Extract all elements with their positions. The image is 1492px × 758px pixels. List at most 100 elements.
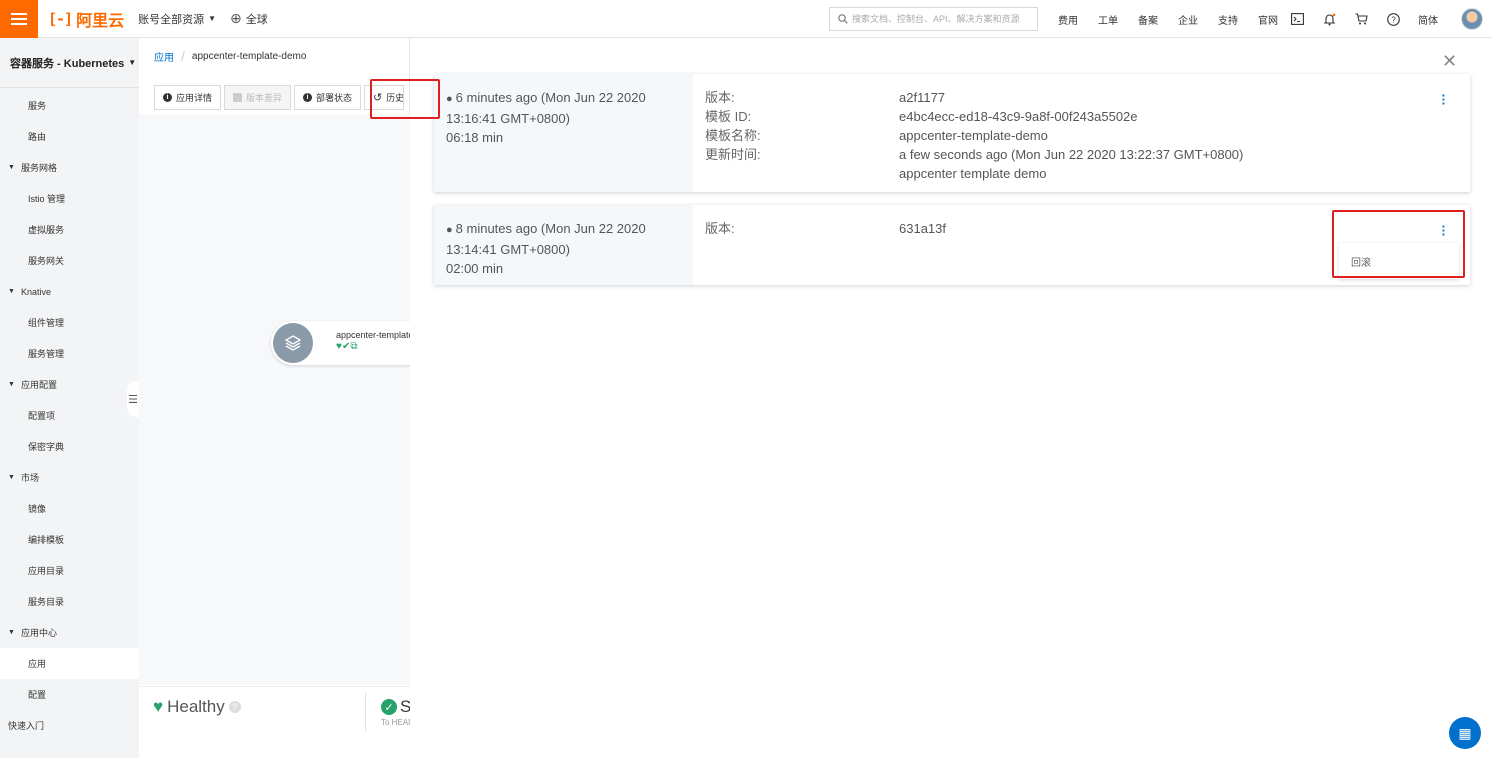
sidebar-group[interactable]: ▼ Knative xyxy=(0,276,139,307)
history-button[interactable]: ↺ 历史 xyxy=(364,85,405,110)
help-icon[interactable]: ? xyxy=(228,701,241,713)
account-scope-label: 账号全部资源 xyxy=(138,13,205,26)
sidebar-group[interactable]: ▼ 市场 xyxy=(0,462,139,493)
rollback-menu-item[interactable]: 回滚 xyxy=(1339,243,1459,279)
sidebar-menu: 服务路由 ▼ 服务网格 Istio 管理 虚拟服务服务网关 ▼ Knative 组件管理服务管… xyxy=(0,90,139,741)
sidebar-item-label: 应用目录 xyxy=(28,566,65,576)
terminal-icon[interactable] xyxy=(1290,12,1304,26)
caret-down-icon: ▼ xyxy=(8,288,15,295)
detail-key: 模板名称: xyxy=(705,128,761,143)
sidebar-item-label: 配置项 xyxy=(28,411,56,421)
sidebar-item[interactable]: 路由 xyxy=(0,121,139,152)
sidebar-group[interactable]: ▼ 服务网格 xyxy=(0,152,139,183)
menu-item-billing[interactable]: 费用 xyxy=(1058,12,1078,27)
breadcrumb-root-link[interactable]: 应用 xyxy=(154,49,174,64)
history-card: ● 6 minutes ago (Mon Jun 22 2020 13:16:41… xyxy=(434,74,1470,192)
divider xyxy=(365,692,366,732)
sidebar-item-label: 配置 xyxy=(28,690,47,700)
cart-icon[interactable] xyxy=(1354,12,1368,26)
menu-item-support[interactable]: 支持 xyxy=(1218,12,1238,27)
brand-logo[interactable]: [-] 阿里云 xyxy=(48,7,124,31)
user-avatar[interactable] xyxy=(1461,8,1483,30)
menu-toggle-button[interactable] xyxy=(0,0,38,38)
detail-key: 更新时间: xyxy=(705,147,761,162)
caret-down-icon: ▼ xyxy=(8,164,15,171)
app-node[interactable]: appcenter-template-demo ♥✔⧉ xyxy=(271,321,439,365)
info-icon: i xyxy=(163,93,172,102)
sidebar-item[interactable]: Istio 管理 xyxy=(0,183,139,214)
sidebar-item[interactable]: 组件管理 xyxy=(0,307,139,338)
detail-key xyxy=(705,164,899,183)
sidebar-group[interactable]: 快速入门 xyxy=(0,710,139,741)
sidebar-item[interactable]: 应用 xyxy=(0,648,139,679)
account-scope-selector[interactable]: 账号全部资源 ▼ xyxy=(138,11,216,27)
history-time-cont: 13:14:41 GMT+0800) xyxy=(446,242,570,257)
sidebar-item[interactable]: 服务 xyxy=(0,90,139,121)
breadcrumb-current: appcenter-template-demo xyxy=(191,50,307,62)
version-diff-button[interactable]: 版本差异 xyxy=(224,85,292,110)
sidebar-item[interactable]: 服务管理 xyxy=(0,338,139,369)
sidebar-item-label: Istio 管理 xyxy=(28,194,66,204)
detail-value: appcenter-template-demo xyxy=(899,128,1048,143)
region-selector[interactable]: ⊕ 全球 xyxy=(230,10,268,27)
history-card: ● 8 minutes ago (Mon Jun 22 2020 13:14:41… xyxy=(434,205,1470,285)
more-actions-icon[interactable]: · · · xyxy=(1442,89,1446,110)
detail-row: 更新时间: a few seconds ago (Mon Jun 22 2020 … xyxy=(705,145,1243,164)
menu-item-enterprise[interactable]: 企业 xyxy=(1178,12,1198,27)
history-icon: ↺ xyxy=(373,92,383,104)
health-label: Healthy xyxy=(167,697,225,716)
sidebar-product-title[interactable]: 容器服务 - Kubernetes ▼ xyxy=(0,38,139,88)
sidebar-item-label: 服务 xyxy=(28,101,47,111)
history-panel: ✕ ● 6 minutes ago (Mon Jun 22 2020 13:16:… xyxy=(410,38,1492,758)
history-duration: 02:00 min xyxy=(446,261,504,276)
history-card-time: ● 6 minutes ago (Mon Jun 22 2020 13:16:41… xyxy=(434,74,693,192)
detail-row: 模板 ID: e4bc4ecc-ed18-43c9-9a8f-00f243a550… xyxy=(705,107,1243,126)
detail-value: a few seconds ago (Mon Jun 22 2020 13:22… xyxy=(899,147,1244,162)
deploy-status-label: 部署状态 xyxy=(316,93,353,103)
menu-item-icp[interactable]: 备案 xyxy=(1138,12,1158,27)
brand-name: 阿里云 xyxy=(76,12,125,30)
sidebar-group[interactable]: ▼ 应用中心 xyxy=(0,617,139,648)
sidebar-item[interactable]: 配置 xyxy=(0,679,139,710)
help-icon[interactable]: ? xyxy=(1386,12,1400,26)
sidebar-item-label: 服务网格 xyxy=(20,163,57,173)
sidebar-item[interactable]: 配置项 xyxy=(0,400,139,431)
detail-key: 版本: xyxy=(705,221,735,236)
menu-item-ticket[interactable]: 工单 xyxy=(1098,12,1118,27)
detail-row: 模板名称: appcenter-template-demo xyxy=(705,126,1243,145)
sidebar: 容器服务 - Kubernetes ▼ 服务路由 ▼ 服务网格 Istio 管理 虚拟服… xyxy=(0,38,139,758)
sync-sub-label: To HEAD xyxy=(381,718,410,727)
svg-text:?: ? xyxy=(1391,15,1396,24)
close-icon[interactable]: ✕ xyxy=(1442,51,1457,72)
sidebar-item-label: 保密字典 xyxy=(28,442,65,452)
search-icon xyxy=(838,14,848,24)
sidebar-collapse-handle[interactable]: ☰ xyxy=(127,381,139,417)
global-search[interactable] xyxy=(829,7,1038,31)
breadcrumb-separator: / xyxy=(181,48,185,64)
sidebar-item[interactable]: 服务网关 xyxy=(0,245,139,276)
external-link-icon[interactable]: ⧉ xyxy=(350,341,357,352)
sidebar-item[interactable]: 虚拟服务 xyxy=(0,214,139,245)
menu-item-website[interactable]: 官网 xyxy=(1258,12,1278,27)
top-menu: 费用 工单 备案 企业 支持 官网 xyxy=(1058,0,1298,38)
deploy-status-button[interactable]: i 部署状态 xyxy=(294,85,362,110)
sidebar-item[interactable]: 服务目录 xyxy=(0,586,139,617)
sidebar-item[interactable]: 应用目录 xyxy=(0,555,139,586)
sidebar-item-label: 组件管理 xyxy=(28,318,65,328)
app-details-button[interactable]: i 应用详情 xyxy=(154,85,222,110)
detail-row: appcenter template demo xyxy=(705,164,1243,183)
sidebar-item[interactable]: 编排模板 xyxy=(0,524,139,555)
more-actions-icon[interactable]: · · · xyxy=(1442,220,1446,241)
sidebar-item[interactable]: 保密字典 xyxy=(0,431,139,462)
grid-menu-button[interactable]: ▦ xyxy=(1449,717,1481,749)
search-input[interactable] xyxy=(852,14,1032,24)
sidebar-item-label: 虚拟服务 xyxy=(28,225,65,235)
language-switch[interactable]: 简体 xyxy=(1418,12,1438,27)
clock-icon: ● xyxy=(446,93,453,105)
bell-icon[interactable] xyxy=(1322,12,1336,26)
layers-icon xyxy=(273,323,313,363)
app-details-label: 应用详情 xyxy=(176,93,213,103)
sidebar-item[interactable]: 镜像 xyxy=(0,493,139,524)
app-node-status: ♥✔⧉ xyxy=(336,341,357,352)
sidebar-group[interactable]: ▼ 应用配置 xyxy=(0,369,139,400)
